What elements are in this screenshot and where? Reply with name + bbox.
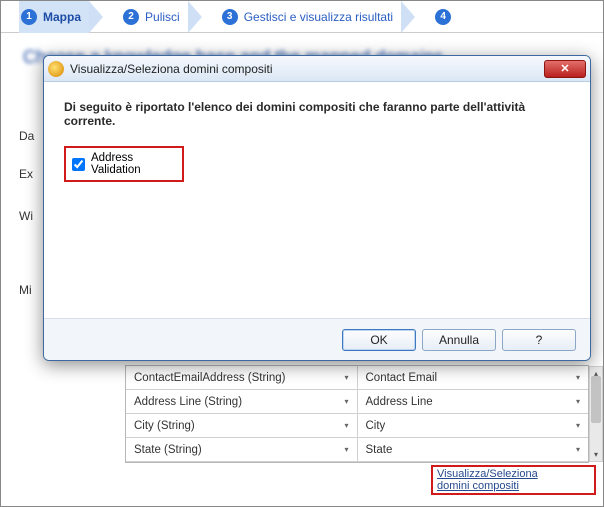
step-label: Gestisci e visualizza risultati	[244, 10, 393, 24]
source-column-cell[interactable]: ContactEmailAddress (String)▾	[126, 366, 358, 389]
wizard-steps: 1 Mappa 2 Pulisci 3 Gestisci e visualizz…	[1, 1, 603, 33]
truncated-label: Wi	[19, 209, 33, 223]
source-column-cell[interactable]: Address Line (String)▾	[126, 390, 358, 413]
view-select-composite-domains-link[interactable]: Visualizza/Seleziona domini compositi	[431, 465, 596, 495]
truncated-label: Mi	[19, 283, 32, 297]
dialog-title: Visualizza/Seleziona domini compositi	[70, 62, 273, 76]
app-icon	[48, 61, 64, 77]
wizard-step-3[interactable]: 3 Gestisci e visualizza risultati	[220, 1, 401, 33]
scroll-down-icon[interactable]: ▾	[590, 448, 602, 461]
step-badge: 4	[435, 9, 451, 25]
chevron-down-icon[interactable]: ▾	[576, 445, 580, 454]
truncated-label: Da	[19, 129, 34, 143]
step-badge: 1	[21, 9, 37, 25]
chevron-down-icon[interactable]: ▾	[576, 397, 580, 406]
wizard-step-2[interactable]: 2 Pulisci	[121, 1, 188, 33]
source-column-cell[interactable]: State (String)▾	[126, 438, 358, 461]
scroll-thumb[interactable]	[591, 376, 601, 423]
chevron-down-icon[interactable]: ▾	[576, 373, 580, 382]
wizard-step-4[interactable]: 4	[433, 1, 459, 33]
wizard-step-1[interactable]: 1 Mappa	[19, 1, 89, 33]
chevron-down-icon[interactable]: ▾	[344, 421, 348, 430]
step-label: Pulisci	[145, 10, 180, 24]
source-column-cell[interactable]: City (String)▾	[126, 414, 358, 437]
mapping-table: ContactEmailAddress (String)▾ Contact Em…	[125, 365, 589, 463]
checkbox-label: Address Validation	[91, 152, 176, 176]
chevron-down-icon[interactable]: ▾	[576, 421, 580, 430]
step-label: Mappa	[43, 10, 81, 24]
table-row[interactable]: City (String)▾ City▾	[126, 414, 588, 438]
table-row[interactable]: State (String)▾ State▾	[126, 438, 588, 462]
chevron-down-icon[interactable]: ▾	[344, 373, 348, 382]
chevron-down-icon[interactable]: ▾	[344, 445, 348, 454]
close-button[interactable]: ✕	[544, 60, 586, 78]
composite-domains-dialog: Visualizza/Seleziona domini compositi ✕ …	[43, 55, 591, 361]
ok-button[interactable]: OK	[342, 329, 416, 351]
dialog-button-bar: OK Annulla ?	[44, 318, 590, 360]
table-row[interactable]: Address Line (String)▾ Address Line▾	[126, 390, 588, 414]
cancel-button[interactable]: Annulla	[422, 329, 496, 351]
close-icon: ✕	[560, 62, 569, 75]
chevron-icon	[401, 1, 415, 33]
domain-column-cell[interactable]: State▾	[358, 438, 589, 461]
dialog-titlebar[interactable]: Visualizza/Seleziona domini compositi ✕	[44, 56, 590, 82]
address-validation-checkbox-row[interactable]: Address Validation	[64, 146, 184, 182]
help-button[interactable]: ?	[502, 329, 576, 351]
step-badge: 3	[222, 9, 238, 25]
domain-column-cell[interactable]: Address Line▾	[358, 390, 589, 413]
domain-column-cell[interactable]: Contact Email▾	[358, 366, 589, 389]
table-row[interactable]: ContactEmailAddress (String)▾ Contact Em…	[126, 366, 588, 390]
address-validation-checkbox[interactable]	[72, 158, 85, 171]
dialog-instruction: Di seguito è riportato l'elenco dei domi…	[64, 100, 570, 128]
chevron-icon	[188, 1, 202, 33]
chevron-down-icon[interactable]: ▾	[344, 397, 348, 406]
scrollbar[interactable]: ▴ ▾	[589, 366, 603, 462]
chevron-icon	[89, 1, 103, 33]
step-badge: 2	[123, 9, 139, 25]
domain-column-cell[interactable]: City▾	[358, 414, 589, 437]
truncated-label: Ex	[19, 167, 33, 181]
